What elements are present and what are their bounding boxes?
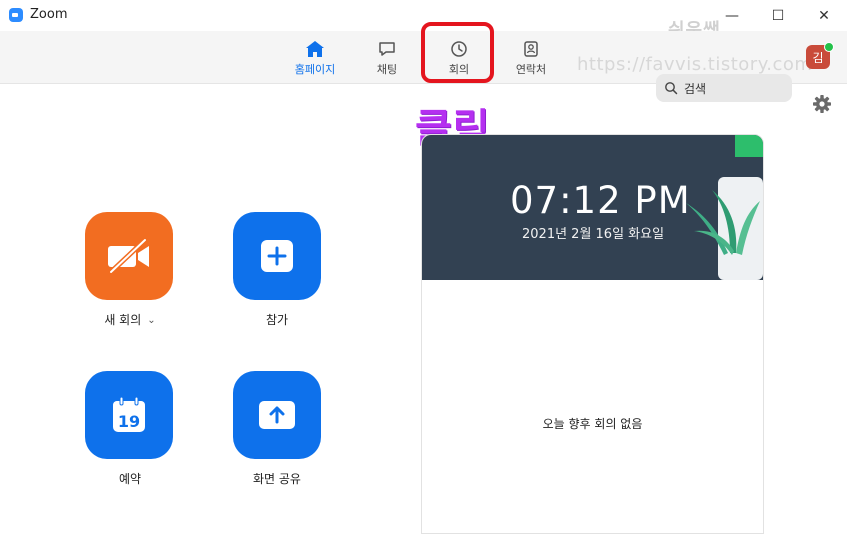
share-screen-button[interactable] xyxy=(233,371,321,459)
plus-icon xyxy=(261,240,293,272)
tab-contacts[interactable]: 연락처 xyxy=(499,31,563,83)
chevron-down-icon[interactable]: ⌄ xyxy=(147,315,155,326)
tab-chat-label: 채팅 xyxy=(376,63,398,76)
video-off-icon xyxy=(108,237,149,275)
search-label: 검색 xyxy=(684,82,707,96)
calendar-day-text: 19 xyxy=(118,412,140,431)
tab-chat[interactable]: 채팅 xyxy=(355,31,419,83)
close-button[interactable]: ✕ xyxy=(801,0,847,31)
gear-icon[interactable] xyxy=(812,94,832,114)
tab-contacts-label: 연락처 xyxy=(515,63,547,76)
window-title: Zoom xyxy=(30,7,68,22)
schedule-button[interactable]: 19 xyxy=(85,371,173,459)
join-button[interactable] xyxy=(233,212,321,300)
new-meeting-label: 새 회의 ⌄ xyxy=(70,311,190,328)
current-date: 2021년 2월 16일 화요일 xyxy=(522,227,665,242)
join-label: 참가 xyxy=(265,313,289,327)
zoom-logo-icon xyxy=(9,8,23,22)
new-meeting-text: 새 회의 xyxy=(104,313,142,327)
maximize-button[interactable]: ☐ xyxy=(755,0,801,31)
no-upcoming-meetings-text: 오늘 향후 회의 없음 xyxy=(542,417,643,431)
contacts-icon xyxy=(524,41,538,57)
tab-home[interactable]: 홈페이지 xyxy=(283,31,347,83)
tab-home-label: 홈페이지 xyxy=(294,63,336,76)
clock-banner: 07:12 PM 2021년 2월 16일 화요일 xyxy=(422,135,763,280)
search-icon xyxy=(665,82,678,95)
current-time: 07:12 PM xyxy=(510,179,691,222)
schedule-label: 예약 xyxy=(118,472,142,486)
home-icon xyxy=(306,41,324,57)
presence-status-dot xyxy=(824,42,834,52)
share-screen-label: 화면 공유 xyxy=(253,472,301,486)
upcoming-meetings-panel: 07:12 PM 2021년 2월 16일 화요일 오늘 향후 회의 없음 xyxy=(421,134,764,534)
highlight-box xyxy=(421,22,494,83)
new-meeting-button[interactable] xyxy=(85,212,173,300)
search-input[interactable]: 검색 xyxy=(656,74,792,102)
calendar-icon: 19 xyxy=(113,396,145,432)
minimize-button[interactable]: — xyxy=(709,0,755,31)
upload-arrow-icon xyxy=(259,401,295,429)
chat-icon xyxy=(379,42,395,56)
